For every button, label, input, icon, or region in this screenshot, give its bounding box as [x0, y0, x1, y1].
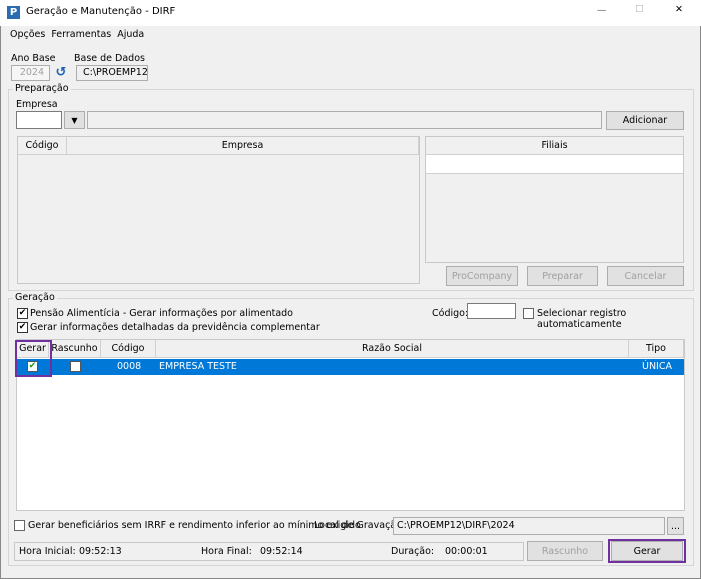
empresa-code-input[interactable]	[16, 111, 62, 129]
empresa-name-field	[87, 111, 602, 129]
duracao-label: Duração:	[391, 546, 435, 557]
auto-select-checkbox[interactable]	[523, 308, 534, 319]
window-title: Geração e Manutenção - DIRF	[26, 6, 176, 17]
col-codigo[interactable]: Código	[101, 340, 156, 358]
adicionar-button[interactable]: Adicionar	[606, 111, 684, 130]
hora-final-label: Hora Final:	[201, 546, 252, 557]
menu-ferramentas[interactable]: Ferramentas	[51, 29, 111, 40]
col-empresa[interactable]: Empresa	[67, 137, 419, 155]
maximize-button[interactable]: ☐	[635, 4, 644, 15]
local-gravacao-field: C:\PROEMP12\DIRF\2024	[393, 517, 665, 535]
close-button[interactable]: ✕	[675, 4, 683, 15]
menu-ajuda[interactable]: Ajuda	[117, 29, 144, 40]
empresa-table: Código Empresa	[17, 136, 420, 284]
duracao-value: 00:00:01	[445, 546, 488, 557]
col-razao-social[interactable]: Razão Social	[156, 340, 629, 358]
local-gravacao-label: Local de Gravação	[314, 520, 402, 531]
row-rascunho-checkbox[interactable]	[70, 361, 81, 372]
beneficiarios-checkbox[interactable]	[14, 520, 25, 531]
minimize-button[interactable]: —	[597, 5, 607, 16]
col-rascunho[interactable]: Rascunho	[49, 340, 101, 358]
pensao-label: Pensão Alimentícia - Gerar informações p…	[30, 308, 293, 319]
status-bar: Hora Inicial: 09:52:13 Hora Final: 09:52…	[14, 542, 524, 561]
previdencia-checkbox[interactable]: ✔	[17, 322, 28, 333]
row-razao: EMPRESA TESTE	[159, 361, 237, 372]
codigo-input[interactable]	[467, 303, 516, 319]
hora-final-value: 09:52:14	[260, 546, 303, 557]
previdencia-label: Gerar informações detalhadas da previdên…	[30, 322, 320, 333]
filiais-header: Filiais	[426, 137, 683, 155]
undo-icon[interactable]: ↺	[52, 65, 70, 81]
base-dados-label: Base de Dados	[74, 53, 145, 64]
hora-inicial-value: 09:52:13	[79, 546, 122, 557]
row-codigo: 0008	[117, 361, 142, 372]
col-codigo[interactable]: Código	[18, 137, 67, 155]
codigo-label: Código:	[432, 308, 469, 319]
rascunho-button[interactable]: Rascunho	[527, 541, 603, 561]
procompany-button[interactable]: ProCompany	[446, 266, 518, 286]
base-dados-field: C:\PROEMP12	[76, 65, 148, 81]
gerar-button-highlight	[608, 539, 686, 563]
hora-inicial-label: Hora Inicial:	[19, 546, 76, 557]
gerar-column-highlight	[15, 340, 52, 377]
app-icon: P	[7, 6, 20, 19]
preparar-button[interactable]: Preparar	[527, 266, 598, 286]
empresa-dropdown-button[interactable]: ▼	[64, 111, 85, 129]
menu-opcoes[interactable]: Opções	[10, 29, 45, 40]
cancelar-button[interactable]: Cancelar	[607, 266, 684, 286]
beneficiarios-label: Gerar beneficiários sem IRRF e rendiment…	[28, 520, 361, 531]
menu-bar: Opções Ferramentas Ajuda	[10, 29, 144, 40]
filiais-panel: Filiais	[425, 136, 684, 263]
row-tipo: ÚNICA	[642, 361, 672, 372]
preparacao-title: Preparação	[13, 83, 71, 94]
pensao-checkbox[interactable]: ✔	[17, 308, 28, 319]
empresa-label: Empresa	[16, 99, 58, 110]
geracao-title: Geração	[13, 292, 57, 303]
title-bar: P Geração e Manutenção - DIRF — ☐ ✕	[0, 0, 701, 26]
ano-base-label: Ano Base	[11, 53, 56, 64]
table-row[interactable]: ✔ 0008 EMPRESA TESTE ÚNICA	[17, 359, 684, 375]
ano-base-input[interactable]: 2024	[11, 65, 50, 81]
generation-grid: Gerar Rascunho Código Razão Social Tipo …	[16, 339, 685, 511]
auto-select-label: Selecionar registro automaticamente	[537, 308, 627, 330]
browse-button[interactable]: ...	[667, 517, 684, 535]
filiais-row[interactable]	[426, 155, 683, 174]
col-tipo[interactable]: Tipo	[629, 340, 684, 358]
